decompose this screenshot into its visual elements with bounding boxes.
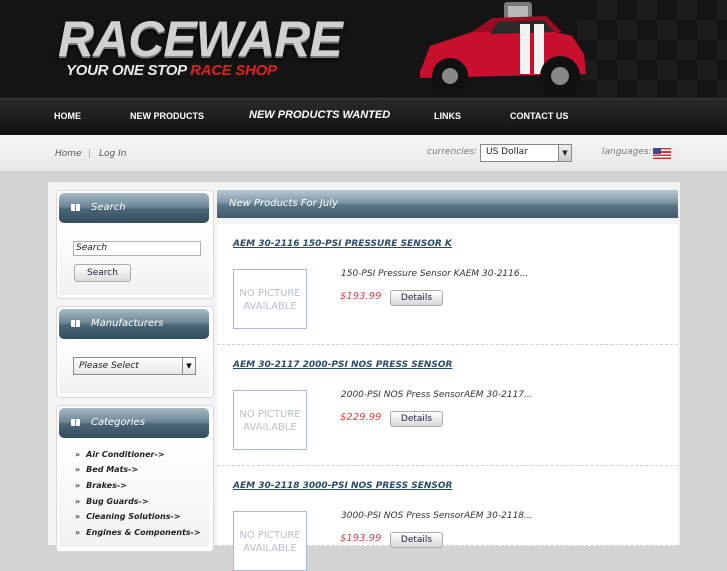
chevron-down-icon: ▼ xyxy=(182,358,195,374)
manufacturer-selected-value: Please Select xyxy=(79,361,139,371)
book-icon xyxy=(71,419,80,426)
product-image-placeholder[interactable]: NO PICTURE AVAILABLE xyxy=(233,269,307,329)
no-picture-text: NO PICTURE AVAILABLE xyxy=(239,288,301,312)
manufacturers-box-body: Please Select ▼ xyxy=(59,343,209,393)
categories-list: » Air Conditioner-> » Bed Mats-> » Brakes->… xyxy=(59,442,209,547)
double-chevron-icon: » xyxy=(75,450,81,459)
double-chevron-icon: » xyxy=(75,481,81,490)
us-flag-icon[interactable] xyxy=(653,148,671,159)
no-picture-text: NO PICTURE AVAILABLE xyxy=(239,530,301,554)
details-button[interactable]: Details xyxy=(390,532,443,548)
category-item[interactable]: » Engines & Components-> xyxy=(75,528,201,542)
site-header: RACEWARE YOUR ONE STOP RACE SHOP xyxy=(0,0,727,98)
product-price: $229.99 xyxy=(340,412,382,423)
double-chevron-icon: » xyxy=(75,528,81,537)
manufacturers-box-header: Manufacturers xyxy=(59,309,209,339)
nav-contact-us[interactable]: CONTACT US xyxy=(510,111,568,121)
categories-box-header: Categories xyxy=(59,408,209,438)
category-label: Bug Guards-> xyxy=(86,497,149,506)
details-button[interactable]: Details xyxy=(390,290,443,306)
category-label: Brakes-> xyxy=(86,481,127,490)
nav-new-products-wanted[interactable]: NEW PRODUCTS WANTED xyxy=(249,109,390,121)
breadcrumb-home-link[interactable]: Home xyxy=(55,149,82,159)
double-chevron-icon: » xyxy=(75,465,81,474)
product-description: 150-PSI Pressure Sensor KAEM 30-2116... xyxy=(341,269,529,279)
manufacturers-box: Manufacturers Please Select ▼ xyxy=(56,306,214,398)
tagline-part-a: YOUR ONE STOP xyxy=(66,62,191,79)
product-card: AEM 30-2118 3000-PSI NOS PRESS SENSOR NO… xyxy=(217,466,678,571)
product-card: AEM 30-2116 150-PSI PRESSURE SENSOR K NO… xyxy=(217,224,678,345)
product-title-link[interactable]: AEM 30-2117 2000-PSI NOS PRESS SENSOR xyxy=(233,360,452,370)
product-card: AEM 30-2117 2000-PSI NOS PRESS SENSOR NO… xyxy=(217,345,678,466)
category-item[interactable]: » Brakes-> xyxy=(75,481,127,495)
category-label: Cleaning Solutions-> xyxy=(86,512,181,521)
category-item[interactable]: » Cleaning Solutions-> xyxy=(75,512,181,526)
breadcrumb-separator: | xyxy=(88,149,92,159)
currencies-label: currencies: xyxy=(427,147,478,157)
nav-home[interactable]: HOME xyxy=(54,111,81,121)
book-icon xyxy=(71,204,80,211)
login-link[interactable]: Log In xyxy=(99,149,126,159)
race-car-image xyxy=(420,2,586,96)
details-button[interactable]: Details xyxy=(390,411,443,427)
currency-select[interactable]: US Dollar ▼ xyxy=(480,144,572,162)
search-input[interactable]: Search xyxy=(73,241,201,256)
utility-bar: Home | Log In currencies: US Dollar ▼ la… xyxy=(0,135,727,172)
category-item[interactable]: » Air Conditioner-> xyxy=(75,450,165,464)
category-label: Air Conditioner-> xyxy=(86,450,165,459)
product-price: $193.99 xyxy=(340,533,382,544)
product-image-placeholder[interactable]: NO PICTURE AVAILABLE xyxy=(233,511,307,571)
tagline-part-b: RACE SHOP xyxy=(190,62,277,79)
manufacturer-select[interactable]: Please Select ▼ xyxy=(73,357,196,375)
main-section-title: New Products For July xyxy=(229,198,338,209)
manufacturers-box-title: Manufacturers xyxy=(91,318,164,329)
languages-label: languages: xyxy=(602,147,652,157)
no-picture-text: NO PICTURE AVAILABLE xyxy=(239,409,301,433)
site-tagline: YOUR ONE STOP RACE SHOP xyxy=(66,62,277,79)
product-description: 2000-PSI NOS Press SensorAEM 30-2117... xyxy=(341,390,533,400)
double-chevron-icon: » xyxy=(75,497,81,506)
product-title-link[interactable]: AEM 30-2118 3000-PSI NOS PRESS SENSOR xyxy=(233,481,452,491)
chevron-down-icon: ▼ xyxy=(558,145,571,161)
main-nav: HOME NEW PRODUCTS NEW PRODUCTS WANTED LI… xyxy=(0,98,727,136)
search-box: Search Search Search xyxy=(56,190,214,299)
category-label: Bed Mats-> xyxy=(86,465,139,474)
categories-box-title: Categories xyxy=(91,417,145,428)
nav-new-products[interactable]: NEW PRODUCTS xyxy=(130,111,204,121)
product-image-placeholder[interactable]: NO PICTURE AVAILABLE xyxy=(233,390,307,450)
category-label: Engines & Components-> xyxy=(86,528,201,537)
site-logo[interactable]: RACEWARE xyxy=(58,10,343,68)
search-box-title: Search xyxy=(91,202,126,213)
category-item[interactable]: » Bug Guards-> xyxy=(75,497,149,511)
main-section-header: New Products For July xyxy=(217,190,678,218)
nav-links[interactable]: LINKS xyxy=(434,111,461,121)
product-price: $193.99 xyxy=(340,291,382,302)
category-item[interactable]: » Bed Mats-> xyxy=(75,465,138,479)
currency-value: US Dollar xyxy=(486,147,528,157)
header-pattern xyxy=(577,0,727,98)
double-chevron-icon: » xyxy=(75,512,81,521)
product-description: 3000-PSI NOS Press SensorAEM 30-2118... xyxy=(341,511,533,521)
search-box-header: Search xyxy=(59,193,209,223)
product-title-link[interactable]: AEM 30-2116 150-PSI PRESSURE SENSOR K xyxy=(233,239,452,249)
search-button[interactable]: Search xyxy=(74,264,131,282)
book-icon xyxy=(71,320,80,327)
search-box-body: Search Search xyxy=(59,227,209,295)
categories-box: Categories » Air Conditioner-> » Bed Mats-… xyxy=(56,405,214,552)
